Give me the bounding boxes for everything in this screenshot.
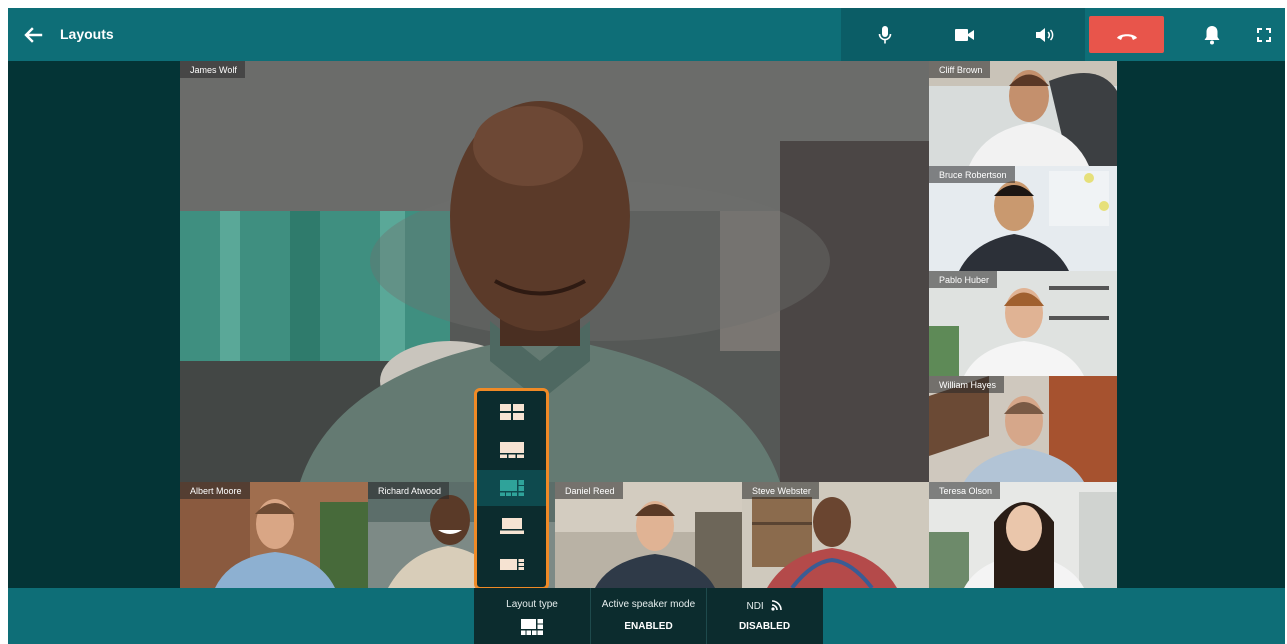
participant-name: James Wolf bbox=[180, 61, 245, 78]
top-bar: Layouts bbox=[8, 8, 1285, 61]
ndi-label-row: NDI bbox=[707, 599, 822, 612]
layout-type-button[interactable]: Layout type bbox=[474, 588, 590, 644]
ndi-button[interactable]: NDI DISABLED bbox=[706, 588, 822, 644]
participant-name: Cliff Brown bbox=[929, 61, 991, 78]
participant-tile[interactable]: Steve Webster bbox=[742, 482, 929, 588]
call-controls bbox=[841, 8, 1085, 61]
participant-name: Daniel Reed bbox=[555, 482, 623, 499]
fullscreen-icon[interactable] bbox=[1251, 22, 1277, 48]
participant-tile[interactable]: Pablo Huber bbox=[929, 271, 1117, 376]
participant-tile[interactable]: William Hayes bbox=[929, 376, 1117, 482]
page-title: Layouts bbox=[60, 26, 114, 42]
speaker-top-layout-icon bbox=[499, 442, 524, 458]
bottom-bar: Layout type Active speaker mode ENABLED … bbox=[8, 588, 1285, 644]
mosaic-layout-icon bbox=[499, 480, 524, 496]
hang-up-icon bbox=[1116, 33, 1137, 40]
participant-tile[interactable]: Daniel Reed bbox=[555, 482, 742, 588]
layout-option-grid[interactable] bbox=[477, 394, 546, 430]
active-speaker-mode-button[interactable]: Active speaker mode ENABLED bbox=[590, 588, 706, 644]
participant-name: Teresa Olson bbox=[929, 482, 1001, 499]
layout-option-speaker-side[interactable] bbox=[477, 546, 546, 582]
participant-name: Steve Webster bbox=[742, 482, 819, 499]
participant-tile[interactable]: Teresa Olson bbox=[929, 482, 1117, 588]
layout-option-speaker-bottom[interactable] bbox=[477, 508, 546, 544]
camera-icon[interactable] bbox=[952, 22, 978, 48]
hang-up-button[interactable] bbox=[1089, 16, 1164, 53]
broadcast-icon bbox=[770, 600, 782, 611]
ndi-value: DISABLED bbox=[738, 621, 791, 632]
participant-name: Bruce Robertson bbox=[929, 166, 1015, 183]
video-stage: James Wolf Cliff Brown Bruce Robertson P… bbox=[180, 61, 1117, 588]
participant-tile[interactable]: Albert Moore bbox=[180, 482, 368, 588]
video-conference-app: Layouts James Wolf Cliff Brown Bruce Rob… bbox=[8, 8, 1285, 644]
ndi-label: NDI bbox=[746, 601, 764, 612]
layout-option-speaker-top[interactable] bbox=[477, 432, 546, 468]
participant-name: Albert Moore bbox=[180, 482, 250, 499]
speaker-bottom-layout-icon bbox=[499, 518, 524, 534]
main-video-tile[interactable]: James Wolf bbox=[180, 61, 929, 482]
speaker-icon[interactable] bbox=[1032, 22, 1058, 48]
mosaic-layout-icon bbox=[521, 619, 543, 635]
bell-icon[interactable] bbox=[1199, 22, 1225, 48]
participant-name: William Hayes bbox=[929, 376, 1005, 393]
active-speaker-label: Active speaker mode bbox=[601, 599, 696, 610]
layout-option-mosaic[interactable] bbox=[477, 470, 546, 506]
layout-type-label: Layout type bbox=[506, 599, 558, 610]
speaker-side-layout-icon bbox=[499, 559, 524, 570]
main-video-image bbox=[180, 61, 929, 482]
back-arrow-icon[interactable] bbox=[22, 24, 44, 46]
settings-group: Layout type Active speaker mode ENABLED … bbox=[474, 588, 823, 644]
microphone-icon[interactable] bbox=[872, 22, 898, 48]
participant-name: Pablo Huber bbox=[929, 271, 998, 288]
participant-tile[interactable]: Cliff Brown bbox=[929, 61, 1117, 166]
participant-name: Richard Atwood bbox=[368, 482, 450, 499]
layout-picker bbox=[474, 388, 549, 590]
participant-tile[interactable]: Bruce Robertson bbox=[929, 166, 1117, 271]
grid-layout-icon bbox=[499, 404, 524, 420]
active-speaker-value: ENABLED bbox=[624, 621, 673, 632]
